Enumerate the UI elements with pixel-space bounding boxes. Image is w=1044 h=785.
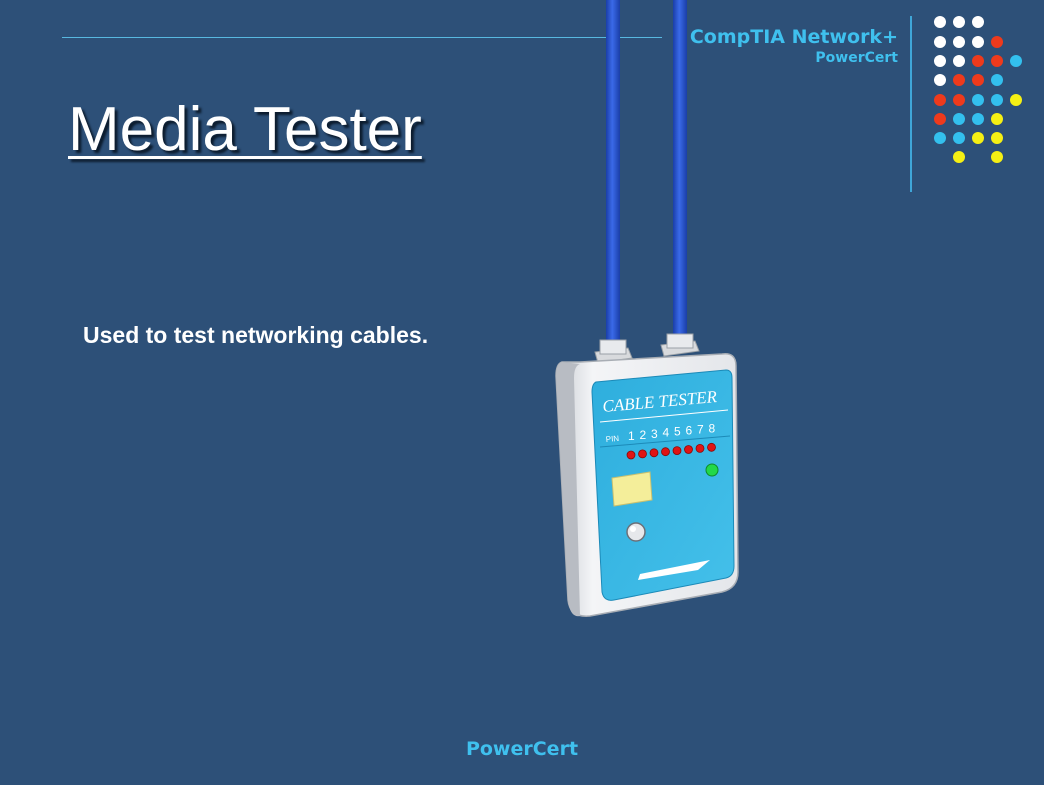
status-led-icon bbox=[705, 463, 719, 477]
pin-number-4: 4 bbox=[663, 426, 670, 440]
pin-led-6-icon bbox=[684, 445, 693, 454]
pin-number-3: 3 bbox=[651, 427, 658, 441]
slide-title: Media Tester bbox=[68, 95, 422, 164]
pin-led-4-icon bbox=[661, 447, 670, 457]
rj45-connector-right-icon bbox=[660, 333, 700, 357]
pin-led-1-icon bbox=[626, 450, 636, 460]
pin-led-7-icon bbox=[695, 443, 705, 453]
footer-brand: PowerCert bbox=[465, 738, 579, 760]
pin-number-6: 6 bbox=[686, 424, 693, 438]
pin-led-5-icon bbox=[672, 446, 682, 456]
cable-tester-illustration: CABLE TESTER PIN 12345678 bbox=[555, 0, 739, 617]
pin-number-1: 1 bbox=[628, 429, 635, 443]
pin-number-7: 7 bbox=[697, 422, 704, 436]
pin-led-8-icon bbox=[707, 442, 716, 452]
pin-number-5: 5 bbox=[674, 425, 681, 439]
cable-right bbox=[673, 0, 687, 336]
pin-number-2: 2 bbox=[640, 428, 647, 442]
cable-left bbox=[606, 0, 620, 345]
slide-body-text: Used to test networking cables. bbox=[83, 322, 429, 348]
header-vertical-rule bbox=[910, 16, 912, 192]
test-button-icon bbox=[626, 522, 646, 542]
pin-number-8: 8 bbox=[709, 421, 716, 435]
pin-label: PIN bbox=[605, 434, 619, 444]
pin-led-2-icon bbox=[638, 449, 647, 459]
display-window bbox=[611, 471, 653, 507]
pin-led-3-icon bbox=[649, 448, 659, 458]
